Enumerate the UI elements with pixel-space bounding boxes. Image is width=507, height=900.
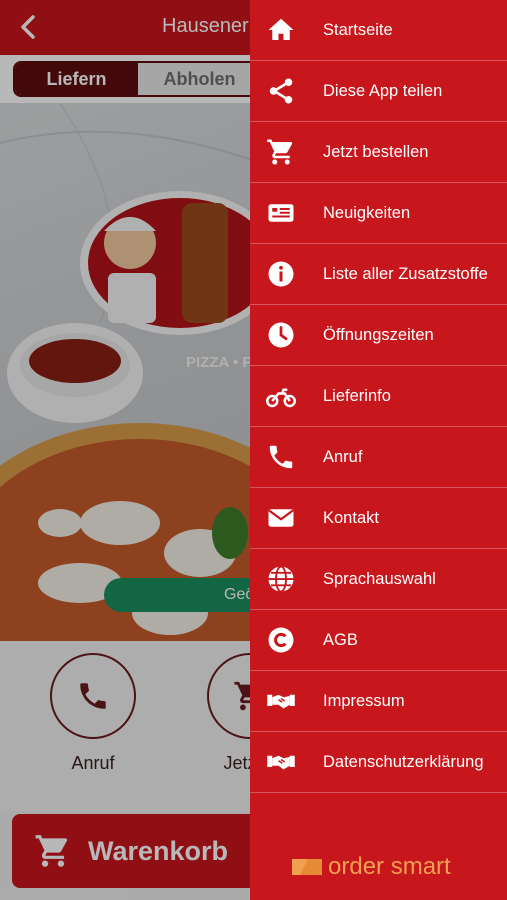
menu-item-news[interactable]: Neuigkeiten (250, 183, 507, 244)
menu-item-share[interactable]: Diese App teilen (250, 61, 507, 122)
mail-icon (264, 501, 298, 535)
menu-label: AGB (323, 630, 358, 649)
menu-item-language[interactable]: Sprachauswahl (250, 549, 507, 610)
home-icon (264, 13, 298, 47)
globe-icon (264, 562, 298, 596)
menu-label: Diese App teilen (323, 81, 443, 100)
menu-label: Öffnungszeiten (323, 325, 434, 344)
clock-icon (264, 318, 298, 352)
brand-name: order smart (328, 853, 451, 880)
menu-label: Liste aller Zusatzstoffe (323, 264, 488, 283)
motorbike-icon (264, 379, 298, 413)
menu-item-privacy[interactable]: Datenschutzerklärung (250, 732, 507, 793)
cart-icon (264, 135, 298, 169)
side-menu: Startseite Diese App teilen Jetzt bestel… (250, 0, 507, 900)
info-icon (264, 257, 298, 291)
phone-icon (264, 440, 298, 474)
menu-label: Datenschutzerklärung (323, 752, 484, 771)
menu-item-order[interactable]: Jetzt bestellen (250, 122, 507, 183)
menu-item-imprint[interactable]: Impressum (250, 671, 507, 732)
menu-item-opening-hours[interactable]: Öffnungszeiten (250, 305, 507, 366)
menu-item-additives[interactable]: Liste aller Zusatzstoffe (250, 244, 507, 305)
menu-label: Lieferinfo (323, 386, 391, 405)
menu-label: Neuigkeiten (323, 203, 411, 222)
brand-logo: order smart (290, 853, 451, 881)
menu-label: Kontakt (323, 508, 379, 527)
menu-label: Impressum (323, 691, 405, 710)
menu-label: Startseite (323, 20, 393, 39)
menu-label: Jetzt bestellen (323, 142, 429, 161)
menu-label: Sprachauswahl (323, 569, 436, 588)
menu-item-terms[interactable]: AGB (250, 610, 507, 671)
menu-label: Anruf (323, 447, 363, 466)
menu-item-contact[interactable]: Kontakt (250, 488, 507, 549)
order-smart-logo-icon (292, 859, 322, 875)
menu-item-call[interactable]: Anruf (250, 427, 507, 488)
news-icon (264, 196, 298, 230)
share-icon (264, 74, 298, 108)
handshake-icon (264, 684, 298, 718)
menu-item-startseite[interactable]: Startseite (250, 0, 507, 61)
menu-item-delivery-info[interactable]: Lieferinfo (250, 366, 507, 427)
copyright-icon (264, 623, 298, 657)
handshake-icon (264, 745, 298, 779)
